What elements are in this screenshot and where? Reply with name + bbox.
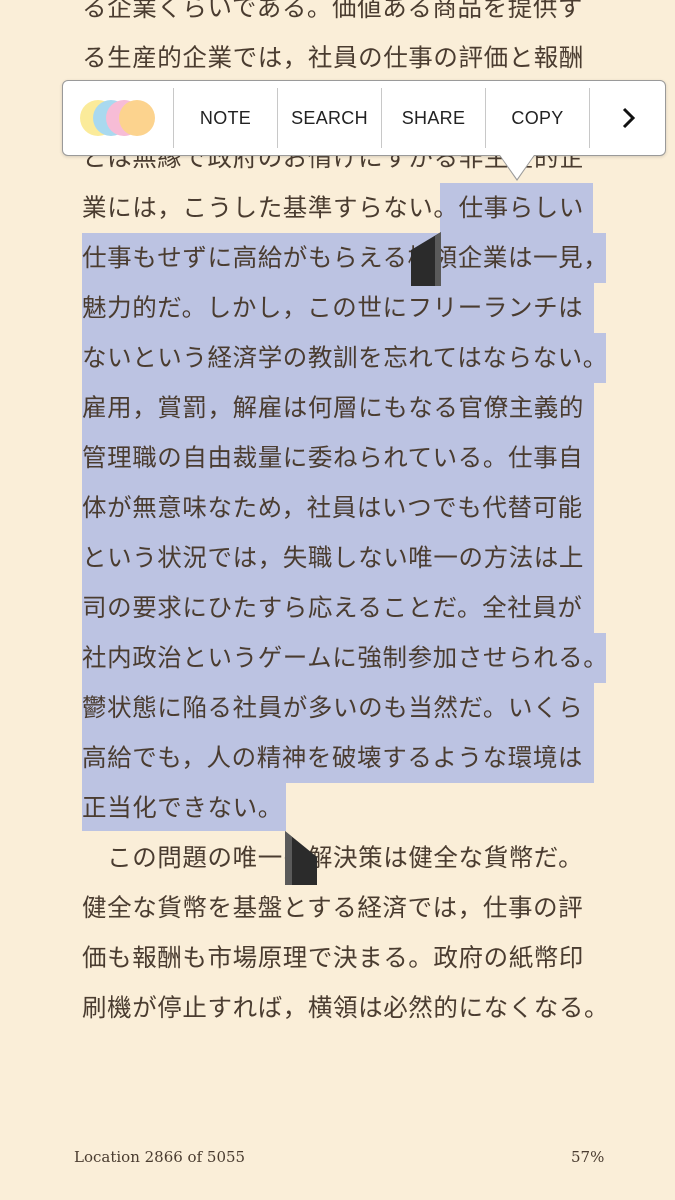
selected-text-line[interactable]: 正当化できない。 (82, 783, 283, 833)
text-line: この問題の唯一の解決策は健全な貨幣だ。 (82, 843, 584, 872)
search-button[interactable]: SEARCH (278, 80, 381, 156)
chevron-right-icon (622, 107, 635, 129)
highlight-color-picker[interactable] (63, 80, 173, 156)
text-line: 健全な貨幣を基盤とする経済では，仕事の評 (82, 893, 584, 922)
reader-page: る企業くらいである。価値ある商品を提供す る生産的企業では，社員の仕事の評価と報… (0, 0, 675, 1200)
copy-button[interactable]: COPY (486, 80, 589, 156)
selected-text-line[interactable]: 鬱状態に陥る社員が多いのも当然だ。いくら (82, 683, 583, 733)
text-line: 刷機が停止すれば，横領は必然的になくなる。 (82, 993, 610, 1022)
text-segment: 業には，こうした基準すらない。 (82, 193, 459, 222)
selected-text-line[interactable]: 仕事もせずに高給がもらえる横領企業は一見， (82, 233, 608, 283)
selected-text-line[interactable]: 社内政治というゲームに強制参加させられる。 (82, 633, 608, 683)
text-line: る企業くらいである。価値ある商品を提供す (82, 0, 584, 22)
selected-text-line[interactable]: 雇用，賞罰，解雇は何層にもなる官僚主義的 (82, 383, 584, 433)
location-indicator: Location 2866 of 5055 (74, 1148, 246, 1166)
text-line: る生産的企業では，社員の仕事の評価と報酬 (82, 43, 584, 72)
selection-toolbar: NOTE SEARCH SHARE COPY (62, 80, 666, 156)
share-button[interactable]: SHARE (382, 80, 485, 156)
selected-text[interactable]: 仕事らしい (459, 193, 585, 222)
selection-start-handle[interactable] (409, 232, 443, 286)
selected-text-line[interactable]: ないという経済学の教訓を忘れてはならない。 (82, 333, 608, 383)
toolbar-pointer (500, 155, 534, 179)
progress-percent: 57% (571, 1148, 605, 1166)
selected-text-line[interactable]: 司の要求にひたすら応えることだ。全社員が (82, 583, 583, 633)
selected-text-line[interactable]: 高給でも，人の精神を破壊するような環境は (82, 733, 583, 783)
text-line: 価も報酬も市場原理で決まる。政府の紙幣印 (82, 943, 584, 972)
text-line: 業には，こうした基準すらない。仕事らしい (82, 183, 584, 233)
note-button[interactable]: NOTE (174, 80, 277, 156)
selected-text-line[interactable]: 体が無意味なため，社員はいつでも代替可能 (82, 483, 583, 533)
more-options-button[interactable] (590, 80, 665, 156)
selection-end-handle[interactable] (285, 831, 319, 885)
selected-text-line[interactable]: という状況では，失職しない唯一の方法は上 (82, 533, 584, 583)
selected-text-line[interactable]: 管理職の自由裁量に委ねられている。仕事自 (82, 433, 583, 483)
selected-text-line[interactable]: 魅力的だ。しかし，この世にフリーランチは (82, 283, 583, 333)
highlight-color-orange[interactable] (119, 100, 155, 136)
